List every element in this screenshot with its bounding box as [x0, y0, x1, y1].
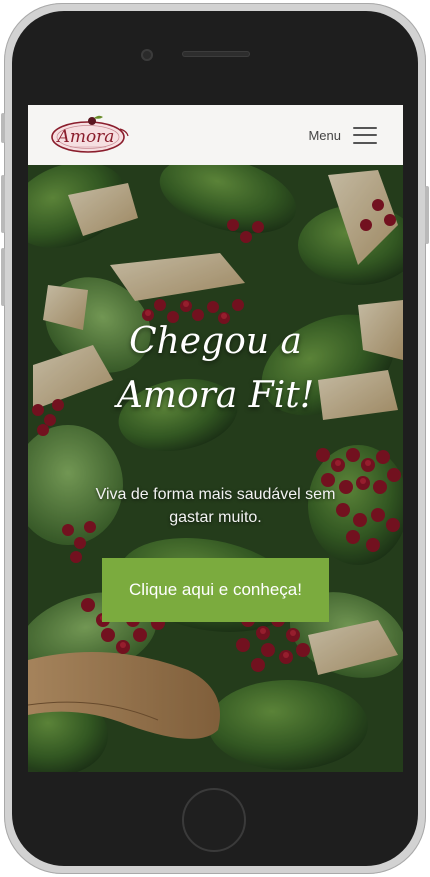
- volume-down-button: [1, 248, 5, 306]
- hero-subtitle: Viva de forma mais saudável sem gastar m…: [95, 486, 336, 526]
- hero-title-line-2: Amora Fit!: [116, 375, 315, 416]
- hero-overlay: [28, 165, 403, 772]
- amora-logo[interactable]: Amora: [50, 115, 130, 155]
- volume-up-button: [1, 175, 5, 233]
- cta-button[interactable]: Clique aqui e conheça!: [102, 558, 329, 622]
- power-button: [425, 186, 429, 244]
- phone-screen: Amora Menu Chegou a Amora Fit! Viva de f…: [28, 105, 403, 772]
- hero-banner: Chegou a Amora Fit! Viva de forma mais s…: [28, 165, 403, 772]
- front-camera: [141, 49, 153, 61]
- menu-toggle[interactable]: Menu: [308, 126, 377, 144]
- menu-label: Menu: [308, 127, 341, 143]
- earpiece-speaker: [182, 51, 250, 57]
- hamburger-icon[interactable]: [353, 126, 377, 144]
- hero-title: Chegou a Amora Fit!: [28, 315, 403, 423]
- logo-text: Amora: [56, 127, 115, 147]
- hero-title-line-1: Chegou a: [129, 321, 302, 362]
- logo-graphic: Amora: [51, 115, 129, 153]
- home-button[interactable]: [182, 788, 246, 852]
- site-header: Amora Menu: [28, 105, 403, 165]
- mute-switch: [1, 113, 5, 143]
